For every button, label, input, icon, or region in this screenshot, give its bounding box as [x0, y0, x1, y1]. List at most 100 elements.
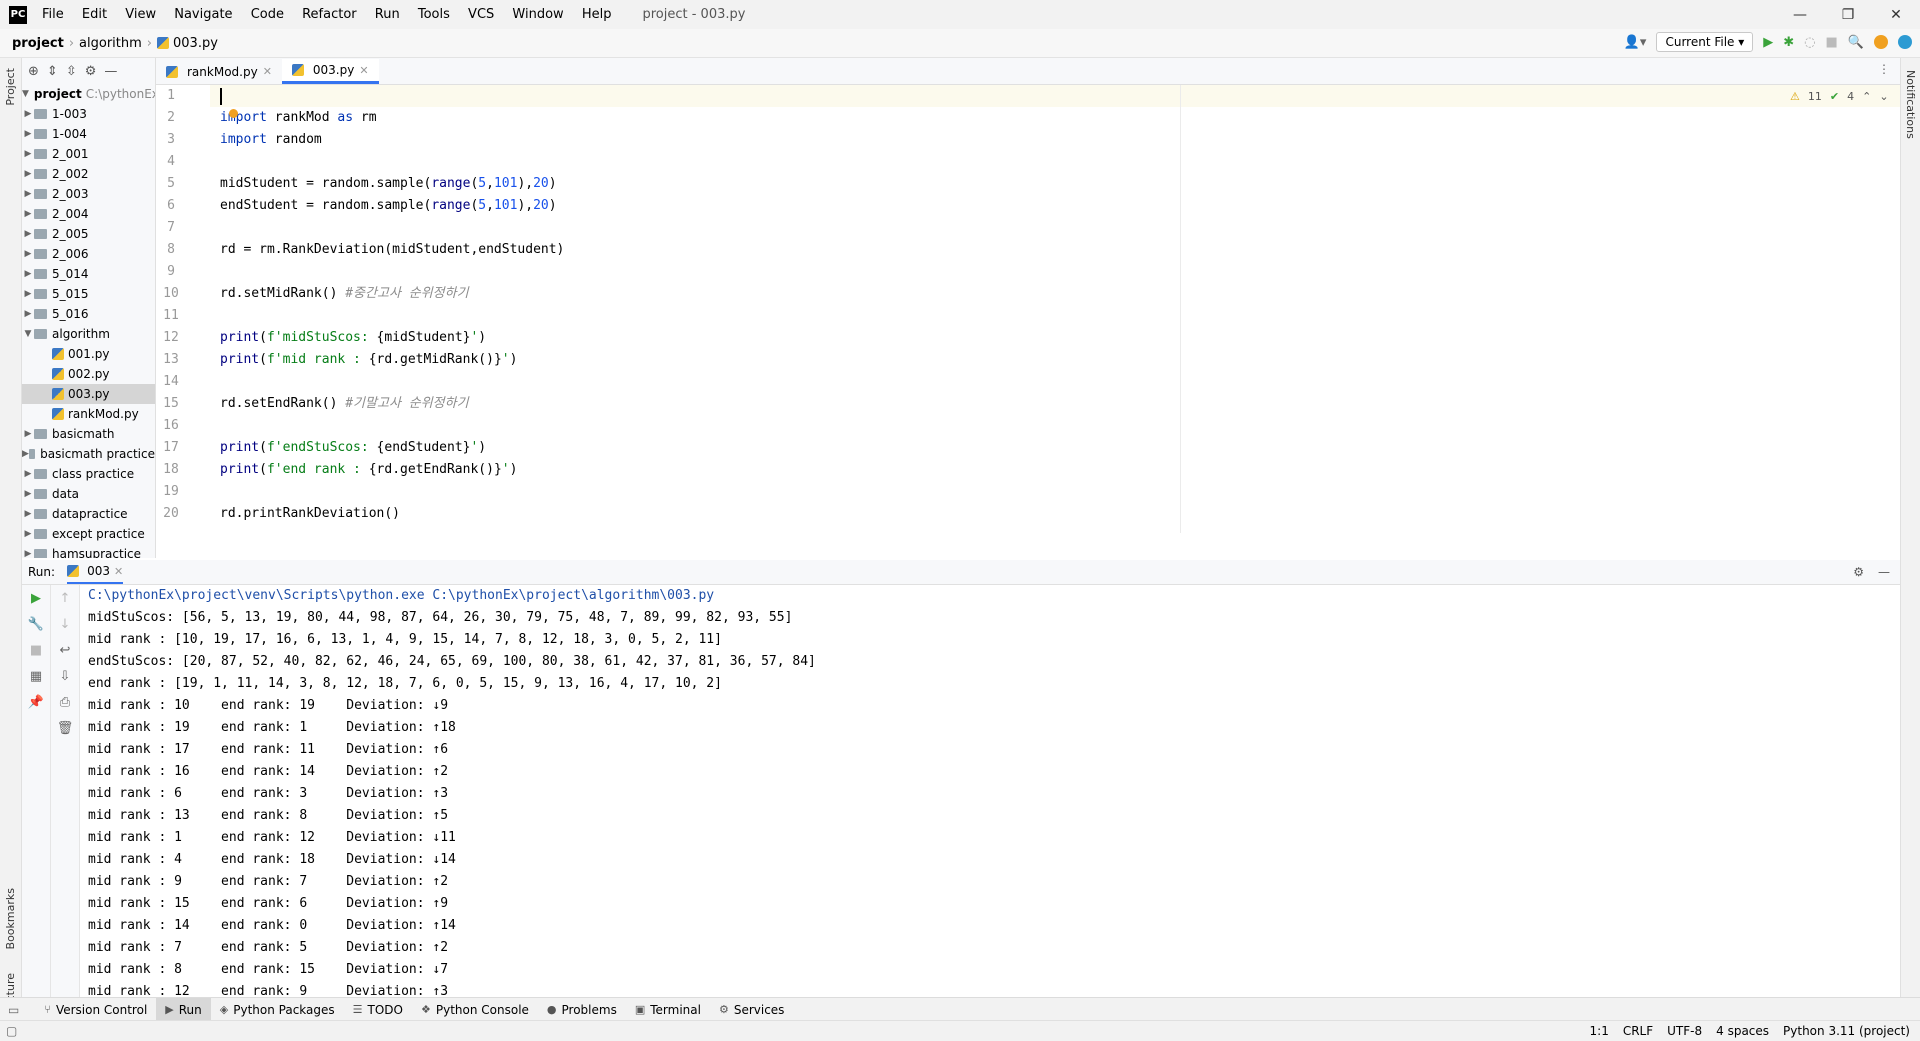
close-tab-icon[interactable]: ✕	[263, 65, 272, 78]
expand-all-icon[interactable]: ⇕	[47, 64, 58, 79]
chevron-right-icon[interactable]: ▶	[22, 509, 34, 519]
inspection-widget[interactable]: ⚠ 11 ✔ 4 ⌃ ⌄	[1790, 90, 1889, 103]
tab-003[interactable]: 003.py ✕	[281, 59, 379, 84]
more-vert-icon[interactable]: ⋮	[1878, 62, 1890, 76]
tree-item-2-004[interactable]: ▶ 2_004	[22, 204, 155, 224]
tool-todo[interactable]: ☰ TODO	[344, 998, 412, 1021]
run-tab[interactable]: 003 ✕	[67, 560, 124, 584]
tree-item-2-005[interactable]: ▶ 2_005	[22, 224, 155, 244]
intention-bulb-icon[interactable]	[229, 109, 238, 118]
tree-root[interactable]: ▼ project C:\pythonEx	[22, 84, 155, 104]
rerun-icon[interactable]: ▶	[22, 585, 50, 611]
user-icon[interactable]: 👤▾	[1624, 35, 1647, 50]
chevron-up-icon[interactable]: ⌃	[1862, 90, 1871, 103]
code-editor[interactable]: import rankMod as rm import random midSt…	[220, 85, 1890, 533]
tree-item-rankmod-py[interactable]: rankMod.py	[22, 404, 155, 424]
tree-item-2-001[interactable]: ▶ 2_001	[22, 144, 155, 164]
python-interpreter[interactable]: Python 3.11 (project)	[1783, 1024, 1910, 1038]
chevron-right-icon[interactable]: ▶	[22, 489, 34, 499]
indent-setting[interactable]: 4 spaces	[1716, 1024, 1769, 1038]
breadcrumb-project[interactable]: project	[12, 36, 64, 51]
chevron-right-icon[interactable]: ▶	[22, 269, 34, 279]
update-icon[interactable]	[1874, 35, 1888, 49]
tree-item-2-003[interactable]: ▶ 2_003	[22, 184, 155, 204]
tree-item-hamsupractice[interactable]: ▶ hamsupractice	[22, 544, 155, 558]
close-tab-icon[interactable]: ✕	[359, 64, 368, 77]
panel-toggle-icon[interactable]: ▭	[8, 1003, 19, 1017]
layout-icon[interactable]: ▦	[22, 663, 50, 689]
tree-item-5-014[interactable]: ▶ 5_014	[22, 264, 155, 284]
tool-terminal[interactable]: ▣ Terminal	[626, 998, 710, 1021]
caret-position[interactable]: 1:1	[1590, 1024, 1609, 1038]
tool-run[interactable]: ▶ Run	[156, 998, 211, 1021]
bookmarks-tool-button[interactable]: Bookmarks	[4, 888, 17, 949]
menu-help[interactable]: Help	[582, 7, 612, 22]
chevron-right-icon[interactable]: ▶	[22, 169, 34, 179]
chevron-down-icon[interactable]: ⌄	[1879, 90, 1888, 103]
gear-icon[interactable]: ⚙	[1853, 565, 1864, 579]
chevron-right-icon[interactable]: ▶	[22, 289, 34, 299]
tree-item-class-practice[interactable]: ▶ class practice	[22, 464, 155, 484]
chevron-right-icon[interactable]: ▶	[22, 109, 34, 119]
tree-item-algorithm[interactable]: ▼ algorithm	[22, 324, 155, 344]
close-tab-icon[interactable]: ✕	[114, 565, 123, 578]
tab-rankmod[interactable]: rankMod.py ✕	[156, 59, 282, 84]
search-icon[interactable]: 🔍	[1848, 35, 1864, 50]
project-tool-button[interactable]: Project	[4, 68, 17, 106]
chevron-right-icon[interactable]: ▶	[22, 549, 34, 558]
tree-item-002-py[interactable]: 002.py	[22, 364, 155, 384]
locate-icon[interactable]: ⊕	[28, 64, 39, 79]
soft-wrap-icon[interactable]: ↩	[51, 637, 79, 663]
tree-item-5-016[interactable]: ▶ 5_016	[22, 304, 155, 324]
run-console[interactable]: C:\pythonEx\project\venv\Scripts\python.…	[88, 585, 1898, 997]
menu-code[interactable]: Code	[251, 7, 284, 22]
chevron-right-icon[interactable]: ▶	[22, 529, 34, 539]
close-icon[interactable]: ✕	[1872, 0, 1920, 29]
tree-item-data[interactable]: ▶ data	[22, 484, 155, 504]
trash-icon[interactable]: 🗑	[51, 715, 79, 741]
chevron-right-icon[interactable]: ▶	[22, 229, 34, 239]
tree-item-001-py[interactable]: 001.py	[22, 344, 155, 364]
tree-item-2-006[interactable]: ▶ 2_006	[22, 244, 155, 264]
run-icon[interactable]: ▶	[1763, 35, 1773, 50]
tree-item-except-practice[interactable]: ▶ except practice	[22, 524, 155, 544]
stop-icon[interactable]: ■	[22, 637, 50, 663]
gear-icon[interactable]: ⚙	[85, 64, 97, 79]
tree-item-basicmath[interactable]: ▶ basicmath	[22, 424, 155, 444]
tool-version-control[interactable]: ⑂ Version Control	[35, 998, 156, 1021]
chevron-down-icon[interactable]: ▼	[22, 89, 29, 99]
file-encoding[interactable]: UTF-8	[1667, 1024, 1702, 1038]
scroll-to-end-icon[interactable]: ⇩	[51, 663, 79, 689]
menu-view[interactable]: View	[125, 7, 156, 22]
restore-icon[interactable]: ❐	[1824, 0, 1872, 29]
chevron-down-icon[interactable]: ▼	[22, 329, 34, 339]
menu-run[interactable]: Run	[375, 7, 400, 22]
arrow-up-icon[interactable]: ↑	[51, 585, 79, 611]
plugin-icon[interactable]	[1898, 35, 1912, 49]
tree-item-1-003[interactable]: ▶ 1-003	[22, 104, 155, 124]
print-icon[interactable]: ⎙	[51, 689, 79, 715]
menu-refactor[interactable]: Refactor	[302, 7, 357, 22]
chevron-right-icon[interactable]: ▶	[22, 309, 34, 319]
tree-item-1-004[interactable]: ▶ 1-004	[22, 124, 155, 144]
line-separator[interactable]: CRLF	[1623, 1024, 1653, 1038]
arrow-down-icon[interactable]: ↓	[51, 611, 79, 637]
tree-item-5-015[interactable]: ▶ 5_015	[22, 284, 155, 304]
chevron-right-icon[interactable]: ▶	[22, 449, 29, 459]
menu-window[interactable]: Window	[512, 7, 563, 22]
tool-python-packages[interactable]: ◈ Python Packages	[211, 998, 344, 1021]
hide-icon[interactable]: —	[1878, 565, 1890, 579]
chevron-right-icon[interactable]: ▶	[22, 189, 34, 199]
chevron-right-icon[interactable]: ▶	[22, 429, 34, 439]
menu-file[interactable]: File	[42, 7, 64, 22]
collapse-all-icon[interactable]: ⇳	[66, 64, 77, 79]
breadcrumb-algorithm[interactable]: algorithm	[79, 36, 142, 51]
menu-tools[interactable]: Tools	[418, 7, 450, 22]
debug-icon[interactable]: ✱	[1783, 35, 1794, 50]
minimize-icon[interactable]: —	[1776, 0, 1824, 29]
chevron-right-icon[interactable]: ▶	[22, 209, 34, 219]
breadcrumb-file[interactable]: 003.py	[173, 36, 218, 51]
tree-item-003-py[interactable]: 003.py	[22, 384, 155, 404]
tree-item-2-002[interactable]: ▶ 2_002	[22, 164, 155, 184]
tool-python-console[interactable]: ❖ Python Console	[412, 998, 538, 1021]
